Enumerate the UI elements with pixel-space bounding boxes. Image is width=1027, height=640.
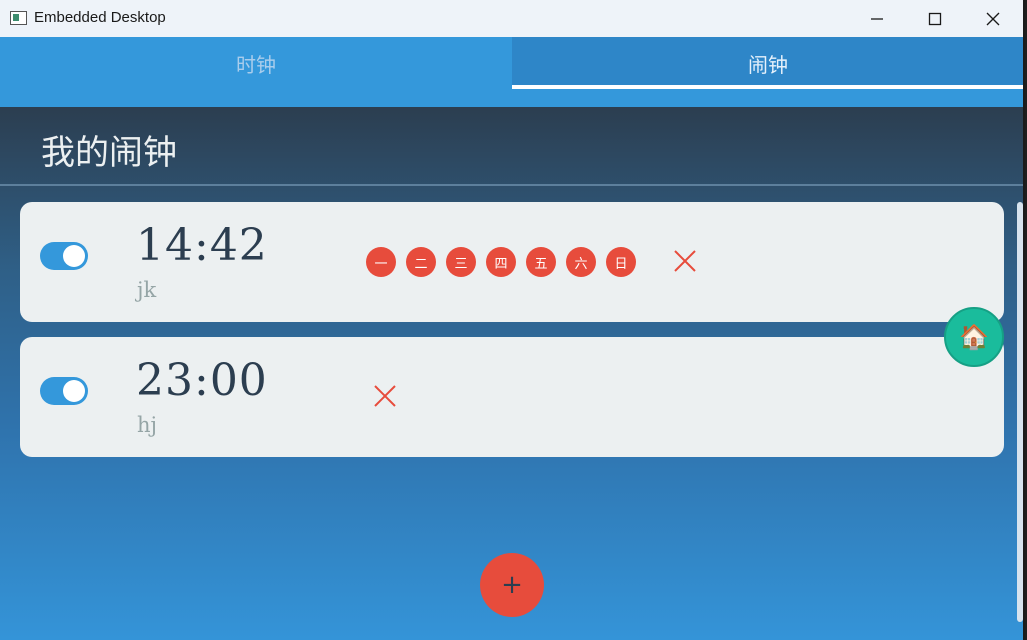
repeat-days: 一 二 三 四 五 六 日 [366, 247, 636, 277]
maximize-button[interactable] [906, 0, 964, 37]
tab-alarm[interactable]: 闹钟 [512, 37, 1023, 89]
alarm-time: 14:42 [136, 220, 268, 271]
day-chip-fri: 五 [526, 247, 556, 277]
day-chip-mon: 一 [366, 247, 396, 277]
day-chip-wed: 三 [446, 247, 476, 277]
alarm-card[interactable]: 14:42 jk 一 二 三 四 五 六 日 [20, 202, 1004, 322]
home-button[interactable]: 🏠 [944, 307, 1004, 367]
app-icon [10, 11, 27, 25]
title-bar[interactable]: Embedded Desktop [0, 0, 1023, 37]
alarm-toggle[interactable] [40, 377, 88, 405]
active-tab-indicator [512, 85, 1023, 89]
scrollbar[interactable] [1017, 202, 1023, 622]
alarm-card[interactable]: 23:00 hj [20, 337, 1004, 457]
page-header: 我的闹钟 [0, 107, 1023, 186]
alarm-toggle[interactable] [40, 242, 88, 270]
app-window: Embedded Desktop 时钟 闹钟 我的闹钟 14:42 jk 一 二… [0, 0, 1025, 640]
delete-alarm-icon[interactable] [372, 383, 398, 409]
minimize-button[interactable] [848, 0, 906, 37]
delete-alarm-icon[interactable] [672, 248, 698, 274]
alarm-label: hj [137, 413, 158, 437]
close-button[interactable] [964, 0, 1022, 37]
alarm-label: jk [137, 278, 157, 302]
minimize-icon [871, 17, 883, 20]
window-title: Embedded Desktop [34, 9, 166, 26]
day-chip-thu: 四 [486, 247, 516, 277]
toggle-knob [63, 380, 85, 402]
alarm-time: 23:00 [136, 355, 268, 406]
day-chip-sun: 日 [606, 247, 636, 277]
close-icon [986, 12, 1000, 25]
day-chip-sat: 六 [566, 247, 596, 277]
toggle-knob [63, 245, 85, 267]
day-chip-tue: 二 [406, 247, 436, 277]
add-alarm-button[interactable]: + [480, 553, 544, 617]
tab-clock[interactable]: 时钟 [0, 37, 512, 89]
tab-bar: 时钟 闹钟 [0, 37, 1023, 107]
page-title: 我的闹钟 [41, 133, 177, 173]
maximize-icon [928, 12, 942, 25]
house-icon: 🏠 [959, 323, 989, 351]
